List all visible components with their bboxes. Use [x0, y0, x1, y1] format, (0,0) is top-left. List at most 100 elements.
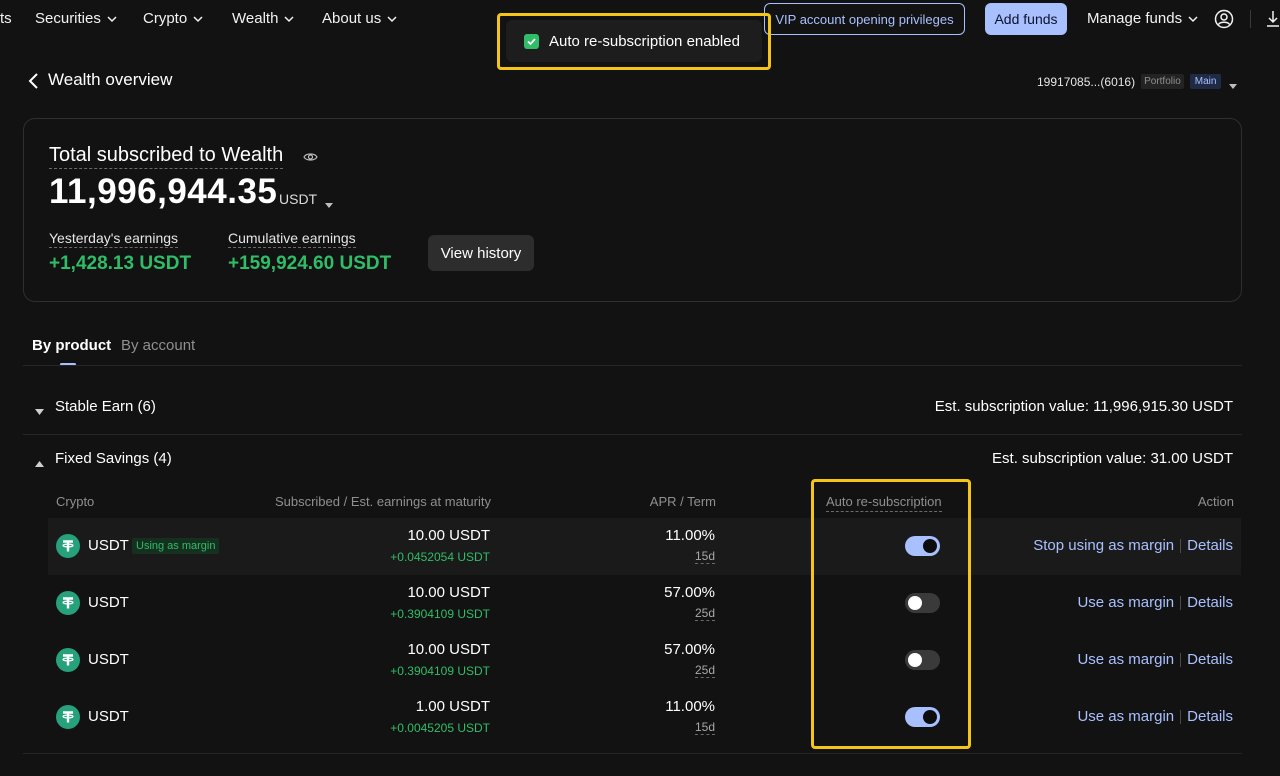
stop-margin-link[interactable]: Stop using as margin — [1033, 537, 1174, 554]
row-actions: Use as margin Details — [1077, 708, 1233, 725]
auto-resubscribe-toggle[interactable] — [905, 536, 940, 556]
coin-name: USDT — [88, 537, 129, 554]
tab-by-account[interactable]: By account — [121, 337, 195, 354]
apr-value: 57.00% — [664, 584, 715, 601]
nav-item-crypto[interactable]: Crypto — [143, 10, 203, 27]
subscribed-amount: 1.00 USDT — [415, 698, 490, 715]
total-subscribed-label: Total subscribed to Wealth — [49, 144, 284, 169]
group-header-fixed-savings[interactable]: Fixed Savings (4) Est. subscription valu… — [23, 440, 1242, 480]
estimated-earnings: +0.3904109 USDT — [390, 664, 490, 678]
action-divider — [1180, 709, 1182, 724]
row-actions: Stop using as margin Details — [1033, 537, 1233, 554]
account-selector[interactable]: 19917085...(6016) Portfolio Main — [1037, 74, 1238, 89]
subscribed-amount: 10.00 USDT — [407, 527, 490, 544]
table-row: USDT 10.00 USDT +0.3904109 USDT 57.00% 2… — [48, 632, 1241, 689]
user-icon[interactable] — [1214, 9, 1234, 29]
cumulative-earnings-value: +159,924.60 USDT — [228, 253, 392, 274]
table-row: USDT 1.00 USDT +0.0045205 USDT 11.00% 15… — [48, 689, 1241, 746]
auto-resubscribe-toggle[interactable] — [905, 650, 940, 670]
group-value: Est. subscription value: 11,996,915.30 U… — [934, 398, 1233, 415]
yesterday-earnings-label: Yesterday's earnings — [49, 230, 179, 248]
group-value: Est. subscription value: 31.00 USDT — [992, 450, 1233, 467]
action-divider — [1180, 652, 1182, 667]
page-title: Wealth overview — [48, 70, 173, 89]
auto-resubscribe-toggle[interactable] — [905, 593, 940, 613]
currency-selector[interactable]: USDT — [279, 191, 334, 208]
tether-icon — [56, 591, 80, 615]
chevron-down-icon — [387, 14, 397, 24]
caret-down-icon — [1229, 79, 1238, 89]
nav-item-label: Wealth — [232, 10, 279, 27]
group-divider — [23, 753, 1242, 754]
action-divider — [1180, 595, 1182, 610]
estimated-earnings: +0.0045205 USDT — [390, 721, 490, 735]
tab-by-product[interactable]: By product — [32, 337, 111, 354]
table-row: USDT 10.00 USDT +0.3904109 USDT 57.00% 2… — [48, 575, 1241, 632]
auto-resubscribe-toggle[interactable] — [905, 707, 940, 727]
coin-name: USDT — [88, 708, 129, 725]
term-value: 15d — [694, 720, 715, 735]
coin-name: USDT — [88, 594, 129, 611]
row-actions: Use as margin Details — [1077, 651, 1233, 668]
tether-icon — [56, 648, 80, 672]
apr-value: 11.00% — [665, 527, 715, 544]
toggle-knob — [923, 710, 937, 724]
nav-item-label: Securities — [35, 10, 101, 27]
estimated-earnings: +0.3904109 USDT — [390, 607, 490, 621]
details-link[interactable]: Details — [1187, 708, 1233, 725]
download-icon[interactable] — [1266, 9, 1280, 29]
group-header-stable-earn[interactable]: Stable Earn (6) Est. subscription value:… — [23, 388, 1242, 428]
use-margin-link[interactable]: Use as margin — [1077, 594, 1174, 611]
details-link[interactable]: Details — [1187, 651, 1233, 668]
column-header-action: Action — [1197, 494, 1234, 509]
details-link[interactable]: Details — [1187, 537, 1233, 554]
add-funds-button[interactable]: Add funds — [985, 3, 1067, 35]
nav-item-partial[interactable]: ts — [0, 10, 12, 27]
tabs-divider — [23, 365, 1242, 366]
toggle-knob — [923, 539, 937, 553]
estimated-earnings: +0.0452054 USDT — [390, 550, 490, 564]
nav-item-label: Crypto — [143, 10, 188, 27]
currency-label: USDT — [279, 191, 318, 207]
nav-item-wealth[interactable]: Wealth — [232, 10, 294, 27]
eye-icon[interactable] — [303, 150, 318, 162]
nav-item-securities[interactable]: Securities — [35, 10, 117, 27]
manage-funds-label: Manage funds — [1087, 10, 1183, 27]
back-icon[interactable] — [27, 72, 41, 90]
total-subscribed-value: 11,996,944.35 — [49, 172, 278, 211]
toggle-knob — [908, 596, 922, 610]
toggle-knob — [908, 653, 922, 667]
nav-item-label: About us — [322, 10, 382, 27]
chevron-down-icon — [284, 14, 294, 24]
row-actions: Use as margin Details — [1077, 594, 1233, 611]
column-header-subscribed: Subscribed / Est. earnings at maturity — [274, 494, 491, 509]
term-value: 25d — [694, 663, 715, 678]
caret-expanded-icon — [35, 455, 44, 467]
subscribed-amount: 10.00 USDT — [407, 584, 490, 601]
chevron-down-icon — [1188, 14, 1198, 24]
vip-account-button[interactable]: VIP account opening privileges — [764, 3, 965, 35]
group-divider — [23, 434, 1242, 435]
caret-down-icon — [325, 196, 334, 208]
action-divider — [1180, 538, 1182, 553]
details-link[interactable]: Details — [1187, 594, 1233, 611]
caret-collapsed-icon — [35, 403, 44, 415]
group-title: Stable Earn (6) — [55, 398, 156, 415]
apr-value: 57.00% — [664, 641, 715, 658]
use-margin-link[interactable]: Use as margin — [1077, 651, 1174, 668]
cumulative-earnings-label: Cumulative earnings — [228, 230, 356, 248]
use-margin-link[interactable]: Use as margin — [1077, 708, 1174, 725]
tether-icon — [56, 705, 80, 729]
column-header-auto-resubscription: Auto re-subscription — [826, 494, 942, 512]
yesterday-earnings-value: +1,428.13 USDT — [49, 253, 192, 274]
table-row: USDT Using as margin 10.00 USDT +0.04520… — [48, 518, 1241, 575]
tether-icon — [56, 534, 80, 558]
subscribed-amount: 10.00 USDT — [407, 641, 490, 658]
group-title: Fixed Savings (4) — [55, 450, 172, 467]
apr-value: 11.00% — [665, 698, 715, 715]
nav-item-about-us[interactable]: About us — [322, 10, 397, 27]
column-header-apr: APR / Term — [649, 494, 716, 509]
view-history-button[interactable]: View history — [428, 235, 534, 271]
manage-funds-menu[interactable]: Manage funds — [1087, 10, 1198, 27]
term-value: 15d — [694, 549, 715, 564]
